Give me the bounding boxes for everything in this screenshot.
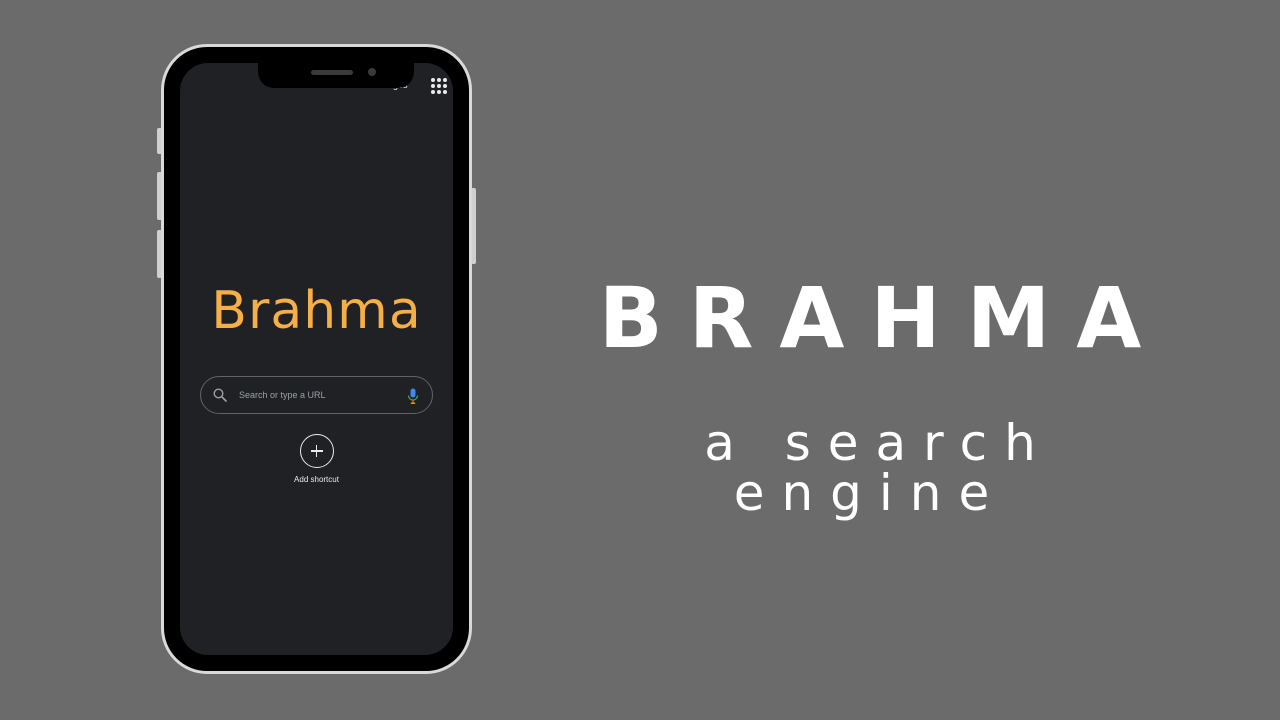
plus-icon <box>310 445 323 457</box>
search-input[interactable] <box>239 377 399 413</box>
promo-headline: BRAHMA <box>598 269 1168 367</box>
add-shortcut-button[interactable] <box>299 434 334 468</box>
mic-icon[interactable] <box>407 388 419 404</box>
add-shortcut[interactable]: Add shortcut <box>180 434 453 484</box>
phone-notch <box>258 63 414 88</box>
brahma-logo: Brahma <box>211 281 422 341</box>
front-camera <box>368 68 376 76</box>
search-icon <box>213 388 227 402</box>
speaker-grille <box>311 70 353 75</box>
stage: Gmail Images Brahma <box>0 0 1280 720</box>
phone-mockup: Gmail Images Brahma <box>161 44 472 674</box>
promo-tagline: a search engine <box>704 414 1053 522</box>
add-shortcut-label: Add shortcut <box>294 475 339 484</box>
apps-grid-icon[interactable] <box>431 78 447 94</box>
phone-screen: Gmail Images Brahma <box>180 63 453 655</box>
search-box[interactable] <box>200 376 433 414</box>
